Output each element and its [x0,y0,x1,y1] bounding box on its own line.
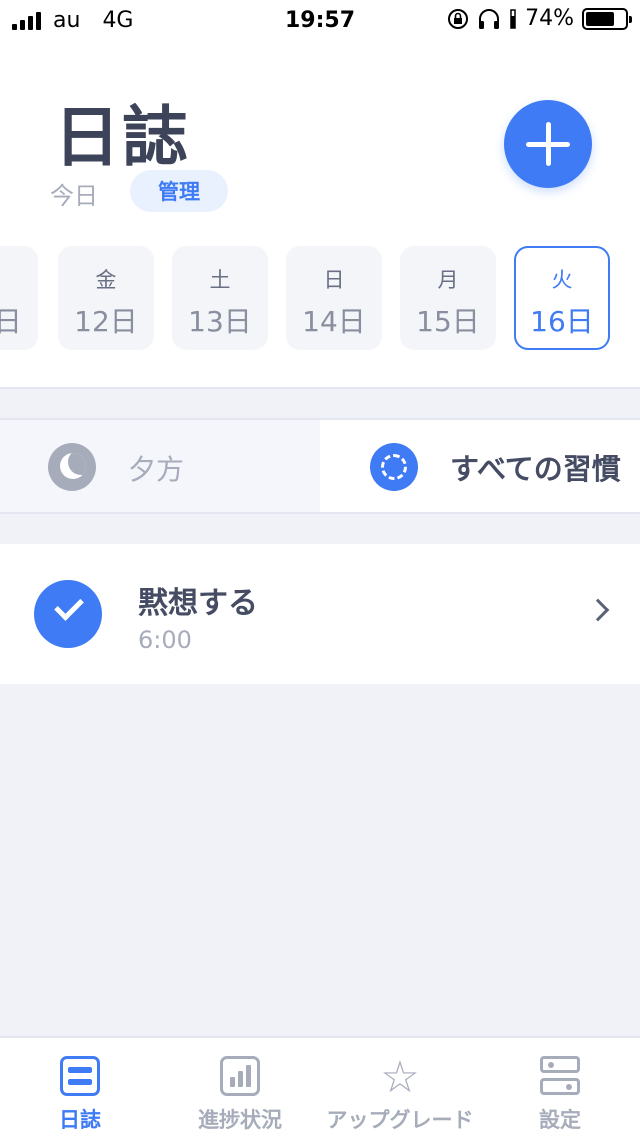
filter-all-habits[interactable]: すべての習慣 [320,420,640,512]
chevron-right-icon [586,598,610,622]
tab-settings[interactable]: 設定 [480,1038,640,1136]
habit-time: 6:00 [138,626,192,654]
manage-button[interactable]: 管理 [130,170,228,212]
day-of-week: 月 [437,268,459,292]
time-of-day-filter: 夕方 すべての習慣 [0,418,640,514]
add-habit-button[interactable] [504,100,592,188]
habit-list-item[interactable]: 黙想する 6:00 [0,544,640,684]
day-date: 14日 [302,305,366,338]
day-date: 15日 [416,305,480,338]
headphones-icon [479,8,500,29]
status-bar: au 4G 19:57 74% [0,0,640,40]
day-of-week: 金 [95,268,117,292]
day-item-tue-selected[interactable]: 火 16日 [514,246,610,350]
filter-evening-label: 夕方 [128,453,185,486]
filter-all-label: すべての習慣 [450,452,621,486]
tab-label: 進捗状況 [198,1108,282,1132]
day-date: 16日 [530,305,594,338]
tab-label: 日誌 [59,1108,101,1132]
day-of-week: 土 [209,268,231,292]
page-title: 日誌 [54,99,190,176]
tab-label: アップグレード [326,1108,474,1132]
check-icon [54,591,84,621]
chart-icon [220,1056,260,1096]
filter-evening[interactable]: 夕方 [0,420,320,512]
tab-bar: 日誌 進捗状況 ☆ アップグレード 設定 [0,1036,640,1136]
battery-percent: 74% [525,6,574,31]
settings-icon [540,1056,580,1096]
rotation-lock-icon [448,8,469,29]
star-icon: ☆ [380,1052,420,1103]
tab-label: 設定 [539,1108,581,1132]
status-right: 74% [447,6,632,31]
day-of-week: 火 [551,268,573,292]
habit-name: 黙想する [138,586,258,621]
day-item-thu[interactable]: 木 11日 [0,246,38,350]
tab-upgrade[interactable]: ☆ アップグレード [320,1038,480,1136]
tab-journal[interactable]: 日誌 [0,1038,160,1136]
day-item-mon[interactable]: 月 15日 [400,246,496,350]
moon-icon [48,443,96,491]
battery-fill [586,11,615,26]
day-date: 12日 [74,305,138,338]
header: 日誌 今日 管理 木 11日 金 12日 土 13日 日 14日 月 15日 火… [0,40,640,388]
day-date: 11日 [0,305,22,338]
day-item-sat[interactable]: 土 13日 [172,246,268,350]
battery-icon [582,7,632,30]
day-date: 13日 [188,305,252,338]
charging-icon [510,8,516,29]
journal-icon [60,1056,100,1096]
divider [0,387,640,389]
today-link[interactable]: 今日 [50,176,98,211]
day-selector: 木 11日 金 12日 土 13日 日 14日 月 15日 火 16日 [0,246,640,352]
tab-progress[interactable]: 進捗状況 [160,1038,320,1136]
day-item-sun[interactable]: 日 14日 [286,246,382,350]
day-of-week: 日 [323,268,345,292]
habit-done-checkbox[interactable] [34,580,102,648]
day-item-fri[interactable]: 金 12日 [58,246,154,350]
day-of-week: 木 [0,264,38,294]
ring-icon [370,443,418,491]
